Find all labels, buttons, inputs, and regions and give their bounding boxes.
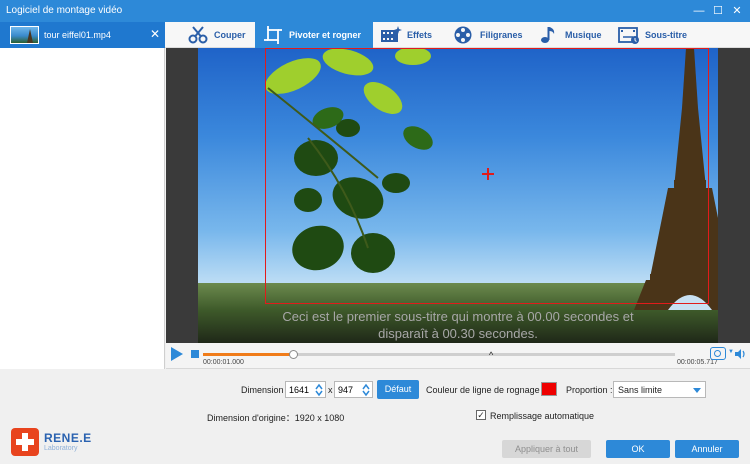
film-reel-icon bbox=[454, 26, 472, 44]
subtitle-overlay: Ceci est le premier sous-titre qui montr… bbox=[282, 309, 634, 341]
seek-bar[interactable]: ^ bbox=[203, 350, 675, 360]
window-title: Logiciel de montage vidéo bbox=[6, 5, 123, 16]
edit-tabs: Couper Pivoter et rogner Effets Filigran… bbox=[165, 22, 750, 48]
tab-musique-label: Musique bbox=[565, 30, 602, 40]
tab-pivoter-label: Pivoter et rogner bbox=[289, 30, 362, 40]
original-dimension: Dimension d'origine：1920 x 1080 bbox=[207, 413, 345, 423]
tab-musique[interactable]: Musique bbox=[538, 22, 602, 48]
height-field[interactable] bbox=[334, 381, 373, 398]
subtitle-icon bbox=[618, 27, 639, 44]
brand-sub: Laboratory bbox=[44, 445, 78, 452]
width-input[interactable] bbox=[289, 384, 317, 396]
tab-effets[interactable]: Effets bbox=[380, 22, 432, 48]
seek-progress bbox=[203, 353, 293, 356]
ratio-select[interactable]: Sans limite bbox=[613, 381, 706, 398]
minimize-button[interactable]: ― bbox=[690, 2, 708, 20]
stop-button[interactable] bbox=[191, 350, 199, 358]
brand-logo: RENE.E Laboratory bbox=[11, 428, 101, 456]
tab-effets-label: Effets bbox=[407, 30, 433, 40]
crop-rotate-icon bbox=[264, 26, 282, 44]
tab-couper[interactable]: Couper bbox=[187, 22, 246, 48]
ratio-label: Proportion : bbox=[566, 385, 613, 395]
width-field[interactable] bbox=[285, 381, 326, 398]
ok-button[interactable]: OK bbox=[606, 440, 670, 458]
chevron-down-icon[interactable] bbox=[315, 390, 323, 397]
camera-icon[interactable] bbox=[710, 347, 726, 360]
tab-sous-titre-label: Sous-titre bbox=[645, 30, 688, 40]
crop-line-color-picker[interactable] bbox=[541, 382, 557, 396]
crop-center-crosshair[interactable] bbox=[482, 168, 494, 180]
crop-line-color-label: Couleur de ligne de rognage : bbox=[426, 385, 545, 395]
total-time: 00:00:05.717 bbox=[677, 359, 718, 366]
tab-filigranes-label: Filigranes bbox=[480, 30, 523, 40]
play-button[interactable] bbox=[171, 347, 183, 361]
tab-sous-titre[interactable]: Sous-titre bbox=[618, 22, 687, 48]
auto-fill-label: Remplissage automatique bbox=[490, 411, 595, 421]
video-thumbnail bbox=[10, 26, 39, 44]
chevron-up-icon[interactable]: ^ bbox=[489, 350, 493, 360]
title-bar: Logiciel de montage vidéo ― ☐ ✕ bbox=[0, 0, 750, 22]
apply-to-all-button[interactable]: Appliquer à tout bbox=[502, 440, 591, 458]
remove-file-button[interactable]: ✕ bbox=[150, 27, 160, 41]
caret-down-icon[interactable]: ▼ bbox=[728, 349, 734, 355]
music-note-icon bbox=[541, 27, 555, 43]
caret-down-icon bbox=[693, 388, 701, 393]
brand-name: RENE.E bbox=[44, 431, 92, 445]
video-preview: Ceci est le premier sous-titre qui montr… bbox=[166, 48, 750, 343]
auto-fill-checkbox[interactable]: ✓ bbox=[476, 410, 486, 420]
tab-pivoter-et-rogner[interactable]: Pivoter et rogner bbox=[255, 22, 373, 48]
dimension-separator: x bbox=[328, 385, 333, 395]
chevron-up-icon[interactable] bbox=[362, 383, 370, 390]
file-name: tour eiffel01.mp4 bbox=[44, 30, 111, 40]
tab-couper-label: Couper bbox=[214, 30, 246, 40]
chevron-up-icon[interactable] bbox=[315, 383, 323, 390]
scissors-icon bbox=[188, 26, 208, 44]
chevron-down-icon[interactable] bbox=[362, 390, 370, 397]
player-controls: ^ 00:00:01.000 00:00:05.717 ▼ bbox=[166, 343, 750, 369]
close-button[interactable]: ✕ bbox=[728, 2, 746, 20]
film-effects-icon bbox=[381, 26, 402, 42]
cancel-button[interactable]: Annuler bbox=[675, 440, 739, 458]
file-list-item[interactable]: tour eiffel01.mp4 ✕ bbox=[0, 22, 165, 48]
tab-filigranes[interactable]: Filigranes bbox=[453, 22, 523, 48]
default-button[interactable]: Défaut bbox=[377, 380, 419, 399]
file-list: tour eiffel01.mp4 ✕ bbox=[0, 22, 165, 369]
maximize-button[interactable]: ☐ bbox=[709, 2, 727, 20]
ratio-value: Sans limite bbox=[618, 385, 663, 395]
logo-cross-icon bbox=[11, 428, 39, 456]
current-time: 00:00:01.000 bbox=[203, 359, 244, 366]
volume-icon[interactable] bbox=[735, 349, 747, 359]
video-frame bbox=[198, 48, 718, 343]
dimension-label: Dimension : bbox=[241, 385, 289, 395]
seek-handle[interactable] bbox=[288, 350, 298, 359]
